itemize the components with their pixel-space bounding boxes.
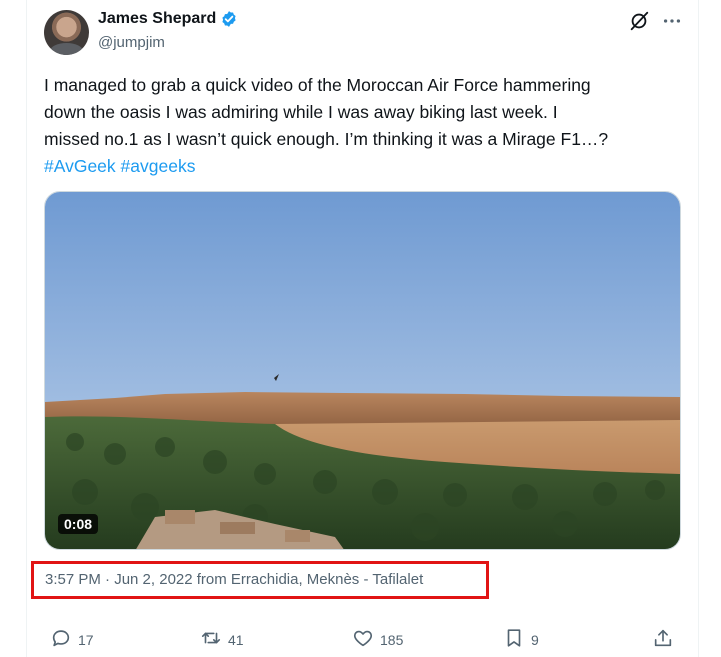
share-icon: [652, 627, 674, 652]
avatar-shirt: [50, 43, 83, 55]
card-border-left: [26, 0, 27, 657]
tweet-text-line: I managed to grab a quick video of the M…: [44, 75, 591, 95]
like-icon: [352, 627, 374, 652]
grok-icon[interactable]: [628, 10, 650, 32]
avatar[interactable]: [44, 10, 89, 55]
video-frame: [45, 192, 680, 549]
video-duration-badge: 0:08: [58, 514, 99, 534]
card-border-right: [698, 0, 699, 657]
bookmark-button[interactable]: 9: [503, 627, 539, 652]
like-count: 185: [380, 631, 404, 648]
tweet-timestamp-location[interactable]: 3:57 PM · Jun 2, 2022 from Errachidia, M…: [45, 571, 423, 588]
share-button[interactable]: [652, 627, 674, 652]
hashtag-row: #AvGeek #avgeeks: [44, 153, 684, 180]
bookmark-icon: [503, 627, 525, 652]
tweet-text-line: missed no.1 as I wasn’t quick enough. I’…: [44, 129, 609, 149]
verified-badge-icon: [220, 10, 238, 28]
video-player[interactable]: [44, 191, 681, 550]
tweet-text-line: down the oasis I was admiring while I wa…: [44, 102, 558, 122]
author-handle[interactable]: @jumpjim: [98, 34, 165, 51]
action-bar: 17 41 185 9: [0, 623, 721, 657]
reply-button[interactable]: 17: [50, 627, 94, 652]
repost-icon: [200, 627, 222, 652]
author-display-name[interactable]: James Shepard: [98, 10, 216, 28]
bookmark-count: 9: [531, 631, 539, 648]
author-name-row: James Shepard: [98, 10, 238, 28]
hashtag-link[interactable]: #avgeeks: [121, 156, 196, 176]
more-icon[interactable]: [661, 10, 683, 32]
hashtag-link[interactable]: #AvGeek: [44, 156, 116, 176]
like-button[interactable]: 185: [352, 627, 403, 652]
repost-count: 41: [228, 631, 244, 648]
reply-count: 17: [78, 631, 94, 648]
tweet-text: I managed to grab a quick video of the M…: [44, 72, 684, 180]
reply-icon: [50, 627, 72, 652]
repost-button[interactable]: 41: [200, 627, 244, 652]
